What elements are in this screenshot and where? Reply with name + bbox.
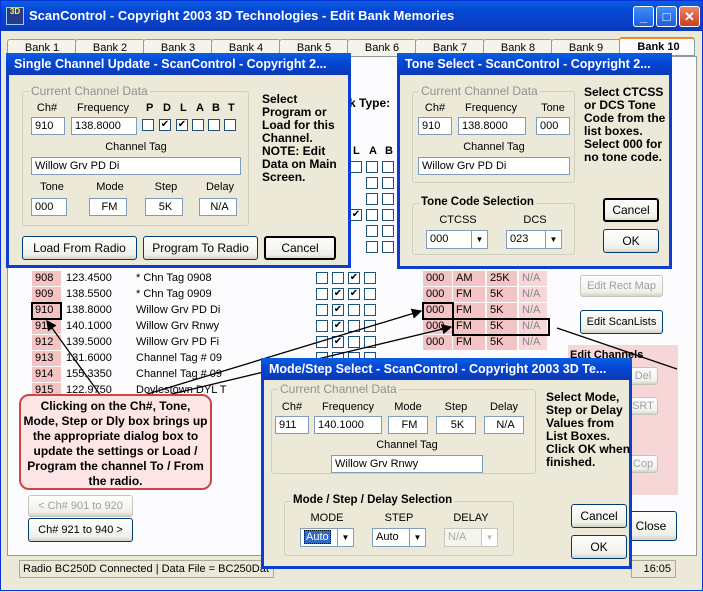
frequency-label: Frequency — [77, 102, 129, 114]
single-dialog-info: Select Program or Load for this Channel.… — [262, 92, 337, 184]
mode-delay-field[interactable]: N/A — [484, 416, 524, 434]
mode-channel-tag-field[interactable]: Willow Grv Rnwy — [331, 455, 483, 473]
single-channel-dialog: Single Channel Update - ScanControl - Co… — [6, 53, 351, 268]
mode-ch-label: Ch# — [281, 401, 303, 413]
d-label: D — [163, 102, 171, 114]
mode-select[interactable]: Auto ▼ — [300, 528, 354, 547]
mode-step-dialog: Mode/Step Select - ScanControl - Copyrig… — [261, 358, 632, 569]
tone-channel-tag-field[interactable]: Willow Grv PD Di — [418, 157, 570, 175]
delay-select[interactable]: N/A ▼ — [444, 528, 498, 547]
dcs-label: DCS — [523, 214, 547, 226]
step-label: Step — [154, 181, 178, 193]
mode-dialog-title[interactable]: Mode/Step Select - ScanControl - Copyrig… — [261, 358, 632, 380]
chevron-down-icon[interactable]: ▼ — [409, 529, 425, 546]
single-group-label: Current Channel Data — [29, 84, 150, 98]
mode-dialog-info: Select Mode, Step or Delay Values from L… — [546, 390, 631, 469]
mode-delay-label: Delay — [489, 401, 519, 413]
dcs-value: 023 — [510, 233, 529, 245]
tone-tone-label: Tone — [541, 102, 565, 114]
channel-tag-label: Channel Tag — [105, 141, 167, 153]
delay-select-label: DELAY — [453, 512, 489, 524]
ctcss-label: CTCSS — [439, 214, 477, 226]
mode-cancel-button[interactable]: Cancel — [571, 504, 627, 528]
step-field[interactable]: 5K — [145, 198, 183, 216]
tone-dialog-info: Select CTCSS or DCS Tone Code from the l… — [584, 85, 666, 164]
step-select-label: STEP — [384, 512, 414, 524]
tone-selection-label: Tone Code Selection — [419, 196, 536, 208]
ctcss-value: 000 — [430, 233, 449, 245]
step-select[interactable]: Auto ▼ — [372, 528, 426, 547]
chevron-down-icon[interactable]: ▼ — [337, 529, 353, 546]
tone-frequency-label: Frequency — [465, 102, 517, 114]
mode-mode-field[interactable]: FM — [388, 416, 428, 434]
tone-ch-label: Ch# — [424, 102, 446, 114]
mode-select-value: Auto — [304, 530, 331, 544]
mode-select-label: MODE — [310, 512, 344, 524]
mode-step-label: Step — [444, 401, 468, 413]
flag-checkbox[interactable]: ✔ — [176, 119, 188, 131]
delay-select-value: N/A — [448, 531, 467, 543]
tone-dialog-title[interactable]: Tone Select - ScanControl - Copyright 2.… — [397, 53, 672, 75]
ch-field[interactable]: 910 — [31, 117, 65, 135]
l-label: L — [180, 102, 187, 114]
tone-field[interactable]: 000 — [31, 198, 67, 216]
frequency-field[interactable]: 138.8000 — [71, 117, 137, 135]
flag-checkbox[interactable] — [142, 119, 154, 131]
tone-frequency-field[interactable]: 138.8000 — [458, 117, 526, 135]
mode-mode-label: Mode — [394, 401, 422, 413]
callout-note: Clicking on the Ch#, Tone, Mode, Step or… — [19, 394, 212, 490]
mode-ok-button[interactable]: OK — [571, 535, 627, 559]
tone-tone-field[interactable]: 000 — [536, 117, 570, 135]
step-select-value: Auto — [376, 531, 399, 543]
dcs-select[interactable]: 023 ▼ — [506, 230, 562, 249]
tone-channel-tag-label: Channel Tag — [463, 141, 525, 153]
flag-checkbox[interactable] — [192, 119, 204, 131]
t-label: T — [228, 102, 235, 114]
mode-field[interactable]: FM — [89, 198, 127, 216]
load-from-radio-button[interactable]: Load From Radio — [22, 236, 137, 260]
tone-ch-field[interactable]: 910 — [418, 117, 452, 135]
mode-step-field[interactable]: 5K — [436, 416, 476, 434]
flag-checkbox[interactable] — [224, 119, 236, 131]
mode-group-label: Current Channel Data — [278, 382, 399, 396]
tone-ok-button[interactable]: OK — [603, 229, 659, 253]
chevron-down-icon: ▼ — [481, 529, 497, 546]
chevron-down-icon[interactable]: ▼ — [545, 231, 561, 248]
single-cancel-button[interactable]: Cancel — [264, 236, 336, 260]
tone-group-label: Current Channel Data — [419, 84, 540, 98]
tone-select-dialog: Tone Select - ScanControl - Copyright 2.… — [397, 53, 672, 269]
main-window: 3D ScanControl - Copyright 2003 3D Techn… — [0, 0, 703, 591]
tone-label: Tone — [40, 181, 64, 193]
mode-channel-tag-label: Channel Tag — [376, 439, 438, 451]
single-dialog-title[interactable]: Single Channel Update - ScanControl - Co… — [6, 53, 351, 75]
delay-label: Delay — [205, 181, 235, 193]
mode-selection-label: Mode / Step / Delay Selection — [291, 494, 455, 506]
flag-checkbox[interactable] — [208, 119, 220, 131]
channel-tag-field[interactable]: Willow Grv PD Di — [31, 157, 241, 175]
tone-cancel-button[interactable]: Cancel — [603, 198, 659, 222]
mode-ch-field[interactable]: 911 — [275, 416, 309, 434]
flag-checkbox[interactable]: ✔ — [159, 119, 171, 131]
ch-label: Ch# — [36, 102, 58, 114]
mode-frequency-label: Frequency — [322, 401, 374, 413]
a-label: A — [196, 102, 204, 114]
mode-frequency-field[interactable]: 140.1000 — [314, 416, 382, 434]
ctcss-select[interactable]: 000 ▼ — [426, 230, 488, 249]
mode-label: Mode — [96, 181, 124, 193]
p-label: P — [146, 102, 154, 114]
chevron-down-icon[interactable]: ▼ — [471, 231, 487, 248]
delay-field[interactable]: N/A — [199, 198, 237, 216]
b-label: B — [212, 102, 220, 114]
program-to-radio-button[interactable]: Program To Radio — [143, 236, 258, 260]
